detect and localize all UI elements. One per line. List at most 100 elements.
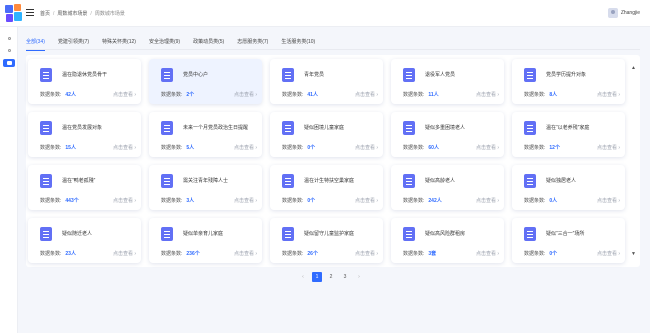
document-icon <box>524 174 536 188</box>
card-title: 温在“以老养残”家庭 <box>546 125 590 131</box>
scroll-down-icon[interactable]: ▼ <box>631 251 636 257</box>
page-2-button[interactable]: 2 <box>326 272 336 282</box>
scene-card[interactable]: 需关注青年残障人士 数据条数: 3人 点击查看 › <box>149 165 262 210</box>
card-view-link[interactable]: 点击查看 › <box>355 91 378 98</box>
scene-card[interactable]: 退役军人党员 数据条数: 11人 点击查看 › <box>391 59 504 104</box>
card-footer: 数据条数: 0个 点击查看 › <box>524 250 620 257</box>
scene-card[interactable]: 疑似单亲育儿家庭 数据条数: 236个 点击查看 › <box>149 218 262 263</box>
card-count-value: 0个 <box>549 251 558 257</box>
document-icon <box>524 227 536 241</box>
document-icon <box>403 227 415 241</box>
card-footer: 数据条数: 8人 点击查看 › <box>524 91 620 98</box>
card-title: 温在计生特扶空巢家庭 <box>304 178 355 184</box>
document-icon <box>282 68 294 82</box>
card-count-label: 数据条数: <box>161 145 183 151</box>
card-footer: 数据条数: 5人 点击查看 › <box>161 144 257 151</box>
card-title: 疑似困境儿童家庭 <box>304 125 345 131</box>
breadcrumb: 首页 / 周数城市场景 / 周数城市场景 <box>40 11 125 17</box>
card-view-link[interactable]: 点击查看 › <box>476 91 499 98</box>
scene-card[interactable]: 党员中心户 数据条数: 2个 点击查看 › <box>149 59 262 104</box>
document-icon <box>524 121 536 135</box>
card-view-link[interactable]: 点击查看 › <box>113 144 136 151</box>
breadcrumb-current: 周数城市场景 <box>94 11 125 17</box>
circle-icon <box>8 37 11 40</box>
card-footer: 数据条数: 26个 点击查看 › <box>282 250 378 257</box>
card-title: 需关注青年残障人士 <box>183 178 229 184</box>
sidebar-item-home[interactable] <box>5 35 14 42</box>
scene-card[interactable]: 温在党员发展对象 数据条数: 15人 点击查看 › <box>28 112 141 157</box>
tab-2[interactable]: 特殊关怀类(12) <box>102 36 136 50</box>
page-1-button[interactable]: 1 <box>312 271 322 282</box>
menu-toggle-icon[interactable] <box>26 9 34 16</box>
card-view-link[interactable]: 点击查看 › <box>355 250 378 257</box>
card-title: 疑似“三合一”场所 <box>546 231 585 237</box>
tab-divider <box>26 49 640 50</box>
document-icon <box>403 68 415 82</box>
prev-page-icon[interactable]: ‹ <box>298 272 308 282</box>
next-page-icon[interactable]: › <box>354 272 364 282</box>
card-view-link[interactable]: 点击查看 › <box>355 197 378 204</box>
card-view-link[interactable]: 点击查看 › <box>234 197 257 204</box>
scene-card[interactable]: 疑似多重困境老人 数据条数: 60人 点击查看 › <box>391 112 504 157</box>
card-view-link[interactable]: 点击查看 › <box>476 144 499 151</box>
scene-card[interactable]: 青年党员 数据条数: 41人 点击查看 › <box>270 59 383 104</box>
scene-card[interactable]: 温在“以老养残”家庭 数据条数: 12个 点击查看 › <box>512 112 625 157</box>
card-count-label: 数据条数: <box>40 198 62 204</box>
gear-icon <box>8 49 11 52</box>
card-view-link[interactable]: 点击查看 › <box>355 144 378 151</box>
sidebar-item-settings[interactable] <box>5 47 14 54</box>
scene-card[interactable]: 疑似随迁老人 数据条数: 23人 点击查看 › <box>28 218 141 263</box>
scene-card[interactable]: 疑似高风险群租房 数据条数: 3套 点击查看 › <box>391 218 504 263</box>
scene-card[interactable]: 温在计生特扶空巢家庭 数据条数: 0个 点击查看 › <box>270 165 383 210</box>
tab-3[interactable]: 安全治理类(9) <box>149 36 180 50</box>
card-count-label: 数据条数: <box>161 198 183 204</box>
card-view-link[interactable]: 点击查看 › <box>597 250 620 257</box>
sidebar-item-scenes[interactable] <box>3 59 15 67</box>
card-count-label: 数据条数: <box>403 198 425 204</box>
card-view-link[interactable]: 点击查看 › <box>234 144 257 151</box>
scene-card[interactable]: 疑似独居老人 数据条数: 0人 点击查看 › <box>512 165 625 210</box>
document-icon <box>282 121 294 135</box>
document-icon <box>161 174 173 188</box>
breadcrumb-parent[interactable]: 周数城市场景 <box>57 11 87 17</box>
scene-card[interactable]: 疑似留守儿童监护家庭 数据条数: 26个 点击查看 › <box>270 218 383 263</box>
avatar <box>607 8 618 18</box>
card-view-link[interactable]: 点击查看 › <box>113 197 136 204</box>
scroll-up-icon[interactable]: ▲ <box>631 65 636 71</box>
scene-card[interactable]: 疑似高龄老人 数据条数: 242人 点击查看 › <box>391 165 504 210</box>
card-view-link[interactable]: 点击查看 › <box>234 250 257 257</box>
card-title: 党员学历提升对象 <box>546 72 587 78</box>
card-view-link[interactable]: 点击查看 › <box>113 91 136 98</box>
card-count-value: 242人 <box>428 198 442 204</box>
page-3-button[interactable]: 3 <box>340 272 350 282</box>
card-view-link[interactable]: 点击查看 › <box>597 144 620 151</box>
card-view-link[interactable]: 点击查看 › <box>597 91 620 98</box>
document-icon <box>282 174 294 188</box>
card-footer: 数据条数: 60人 点击查看 › <box>403 144 499 151</box>
card-view-link[interactable]: 点击查看 › <box>476 197 499 204</box>
card-footer: 数据条数: 3套 点击查看 › <box>403 250 499 257</box>
card-count-value: 0个 <box>307 198 316 204</box>
card-view-link[interactable]: 点击查看 › <box>597 197 620 204</box>
folder-icon <box>6 61 12 65</box>
scene-card[interactable]: 未来一个月党员政治生日提醒 数据条数: 5人 点击查看 › <box>149 112 262 157</box>
scene-card[interactable]: 温在隐退休党员骨干 数据条数: 42人 点击查看 › <box>28 59 141 104</box>
tab-6[interactable]: 生活服务类(10) <box>281 36 315 50</box>
scene-card[interactable]: 温在“鸭老孤殘” 数据条数: 443个 点击查看 › <box>28 165 141 210</box>
card-view-link[interactable]: 点击查看 › <box>234 91 257 98</box>
tab-4[interactable]: 政策动员类(5) <box>193 36 224 50</box>
scene-card[interactable]: 疑似困境儿童家庭 数据条数: 0个 点击查看 › <box>270 112 383 157</box>
scene-card[interactable]: 疑似“三合一”场所 数据条数: 0个 点击查看 › <box>512 218 625 263</box>
scene-card-panel: 温在隐退休党员骨干 数据条数: 42人 点击查看 › 党员中心户 数据条数: 2个 点击查看 … <box>26 55 640 267</box>
card-view-link[interactable]: 点击查看 › <box>113 250 136 257</box>
card-title: 温在隐退休党员骨干 <box>62 72 108 78</box>
scene-card[interactable]: 党员学历提升对象数据条数: 8人 点击查看 › <box>512 59 625 104</box>
tab-5[interactable]: 志愿服务类(7) <box>237 36 268 50</box>
card-view-link[interactable]: 点击查看 › <box>476 250 499 257</box>
user-menu[interactable]: Zhangjie <box>607 8 640 18</box>
card-count-value: 0个 <box>307 145 316 151</box>
breadcrumb-home[interactable]: 首页 <box>40 11 50 17</box>
tab-1[interactable]: 党建引领类(7) <box>58 36 89 50</box>
tab-0[interactable]: 全部(34) <box>26 36 45 51</box>
card-title: 疑似随迁老人 <box>62 231 93 237</box>
